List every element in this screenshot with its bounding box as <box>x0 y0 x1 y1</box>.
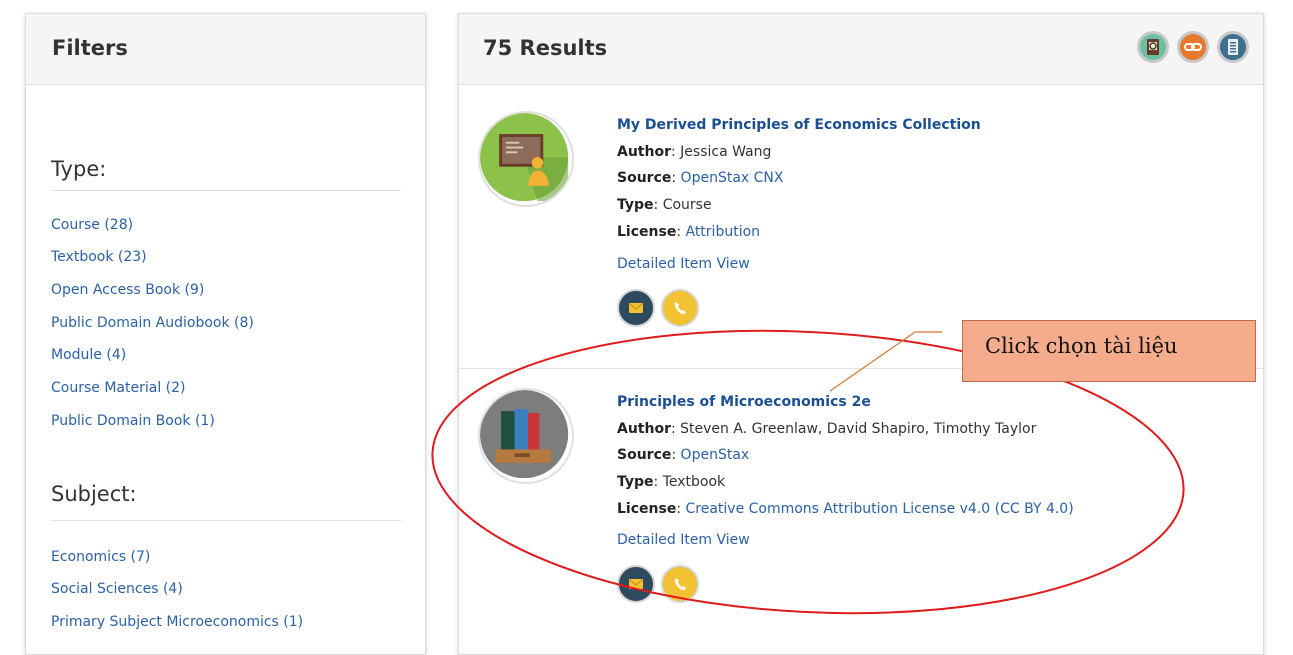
email-icon[interactable] <box>617 565 655 603</box>
filter-type-open-access-book[interactable]: Open Access Book (9) <box>51 282 204 298</box>
result-license-1: License: Attribution <box>617 224 761 240</box>
subject-heading: Subject: <box>51 482 137 506</box>
share-actions-1 <box>617 289 699 327</box>
source-link-2[interactable]: OpenStax <box>681 447 750 463</box>
detailed-item-view-link-2[interactable]: Detailed Item View <box>617 532 750 548</box>
result-type-1: Type: Course <box>617 197 712 213</box>
filter-type-public-domain-audiobook[interactable]: Public Domain Audiobook (8) <box>51 315 254 331</box>
filters-header: Filters <box>26 14 425 85</box>
result-license-2: License: Creative Commons Attribution Li… <box>617 501 1074 517</box>
filter-type-course-material[interactable]: Course Material (2) <box>51 380 185 396</box>
filter-subject-social-sciences[interactable]: Social Sciences (4) <box>51 581 183 597</box>
result-author-1: Author: Jessica Wang <box>617 144 772 160</box>
share-actions-2 <box>617 565 699 603</box>
books-icon <box>478 388 574 484</box>
result-author-2: Author: Steven A. Greenlaw, David Shapir… <box>617 421 1037 437</box>
search-document-icon[interactable] <box>1137 31 1169 63</box>
result-source-1: Source: OpenStax CNX <box>617 170 784 186</box>
filter-type-public-domain-book[interactable]: Public Domain Book (1) <box>51 413 215 429</box>
subject-divider <box>51 520 401 521</box>
filter-type-textbook[interactable]: Textbook (23) <box>51 249 147 265</box>
document-icon[interactable] <box>1217 31 1249 63</box>
result-source-2: Source: OpenStax <box>617 447 750 463</box>
filters-title: Filters <box>52 36 128 60</box>
filter-type-module[interactable]: Module (4) <box>51 347 126 363</box>
source-link-1[interactable]: OpenStax CNX <box>681 170 784 186</box>
callout-box: Click chọn tài liệu <box>962 320 1256 382</box>
phone-icon[interactable] <box>661 565 699 603</box>
phone-icon[interactable] <box>661 289 699 327</box>
header-actions <box>1137 31 1249 63</box>
license-link-2[interactable]: Creative Commons Attribution License v4.… <box>685 501 1073 517</box>
results-header: 75 Results <box>459 14 1263 85</box>
link-icon[interactable] <box>1177 31 1209 63</box>
results-count-title: 75 Results <box>483 36 608 60</box>
type-divider <box>51 190 401 191</box>
result-type-2: Type: Textbook <box>617 474 726 490</box>
filter-subject-economics[interactable]: Economics (7) <box>51 549 150 565</box>
license-link-1[interactable]: Attribution <box>685 224 760 240</box>
type-heading: Type: <box>51 157 107 181</box>
filter-type-course[interactable]: Course (28) <box>51 217 133 233</box>
result-title-2[interactable]: Principles of Microeconomics 2e <box>617 394 871 410</box>
teacher-board-icon <box>478 111 574 207</box>
filter-subject-microeconomics[interactable]: Primary Subject Microeconomics (1) <box>51 614 303 630</box>
detailed-item-view-link-1[interactable]: Detailed Item View <box>617 256 750 272</box>
filters-panel: Filters Type: Course (28) Textbook (23) … <box>25 13 426 655</box>
email-icon[interactable] <box>617 289 655 327</box>
result-title-1[interactable]: My Derived Principles of Economics Colle… <box>617 117 981 133</box>
